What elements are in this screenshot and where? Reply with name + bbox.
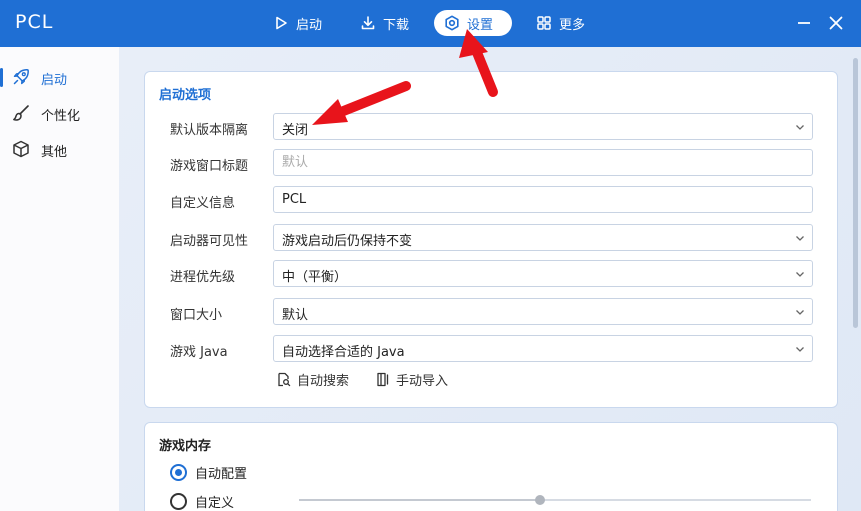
game-java-select[interactable]: 自动选择合适的 Java — [273, 335, 813, 362]
chevron-down-icon — [795, 233, 805, 243]
radio-label: 自定义 — [195, 496, 235, 511]
radio-label: 自动配置 — [195, 467, 248, 482]
sidebar-item-label: 个性化 — [41, 109, 81, 124]
row-label: 默认版本隔离 — [170, 123, 249, 138]
row-label: 自定义信息 — [170, 196, 236, 211]
box-icon — [11, 139, 31, 159]
version-isolation-select[interactable]: 关闭 — [273, 113, 813, 140]
slider-fill — [299, 499, 540, 501]
minimize-icon — [798, 22, 810, 24]
sidebar-item-launch[interactable]: 启动 — [0, 60, 119, 94]
select-value: 默认 — [282, 308, 309, 323]
row-label: 游戏 Java — [170, 345, 228, 360]
game-memory-card: 游戏内存 — [144, 422, 838, 511]
brush-icon — [11, 103, 31, 123]
nav-more-label: 更多 — [559, 17, 586, 33]
scrollbar[interactable] — [853, 58, 858, 328]
radio-selected-icon — [170, 464, 187, 481]
select-value: 自动选择合适的 Java — [282, 345, 405, 360]
row-label: 游戏窗口标题 — [170, 159, 249, 174]
rocket-icon — [11, 67, 31, 87]
window-title-field[interactable] — [273, 149, 813, 176]
select-value: 中（平衡） — [282, 270, 348, 285]
row-label: 启动器可见性 — [170, 234, 249, 249]
custom-info-input[interactable] — [274, 187, 812, 212]
nav-settings-button[interactable]: 设置 — [434, 10, 512, 36]
memory-custom-radio[interactable]: 自定义 — [170, 492, 234, 511]
custom-info-field[interactable] — [273, 186, 813, 213]
minimize-button[interactable] — [794, 13, 814, 33]
door-icon — [376, 372, 390, 387]
grid-icon — [536, 15, 552, 31]
card-title: 启动选项 — [159, 88, 212, 103]
radio-unselected-icon — [170, 493, 187, 510]
gear-icon — [444, 15, 460, 31]
auto-search-label: 自动搜索 — [297, 374, 350, 389]
row-label: 窗口大小 — [170, 308, 223, 323]
close-icon — [829, 16, 843, 30]
slider-thumb[interactable] — [534, 495, 545, 505]
sidebar: 启动 个性化 其他 — [0, 47, 119, 511]
sidebar-item-label: 启动 — [41, 73, 68, 88]
nav-launch-button[interactable]: 启动 — [263, 10, 332, 36]
launcher-visibility-select[interactable]: 游戏启动后仍保持不变 — [273, 224, 813, 251]
chevron-down-icon — [795, 344, 805, 354]
file-search-icon — [277, 372, 291, 387]
download-icon — [360, 15, 376, 31]
active-indicator — [0, 68, 3, 87]
nav-launch-label: 启动 — [296, 17, 323, 33]
sidebar-item-personalize[interactable]: 个性化 — [0, 96, 119, 130]
select-value: 关闭 — [282, 123, 309, 138]
launch-options-card: 启动选项 默认版本隔离 关闭 游戏窗口标题 自定义信息 启动器可见性 游戏启动后… — [144, 71, 838, 408]
close-button[interactable] — [826, 13, 846, 33]
card-title: 游戏内存 — [159, 439, 212, 454]
nav-settings-label: 设置 — [467, 17, 494, 33]
memory-auto-radio[interactable]: 自动配置 — [170, 463, 247, 482]
nav-more-button[interactable]: 更多 — [526, 10, 595, 36]
nav-download-label: 下载 — [383, 17, 410, 33]
window-title-input[interactable] — [274, 150, 812, 175]
app-name: PCL — [15, 11, 54, 33]
row-label: 进程优先级 — [170, 270, 236, 285]
auto-search-button[interactable]: 自动搜索 — [277, 370, 349, 389]
process-priority-select[interactable]: 中（平衡） — [273, 260, 813, 287]
chevron-down-icon — [795, 269, 805, 279]
chevron-down-icon — [795, 307, 805, 317]
nav-download-button[interactable]: 下载 — [350, 10, 419, 36]
chevron-down-icon — [795, 122, 805, 132]
memory-slider[interactable] — [299, 495, 811, 505]
manual-import-label: 手动导入 — [396, 374, 449, 389]
play-icon — [273, 15, 289, 31]
window-size-select[interactable]: 默认 — [273, 298, 813, 325]
sidebar-item-other[interactable]: 其他 — [0, 132, 119, 166]
sidebar-item-label: 其他 — [41, 145, 68, 160]
title-bar: PCL 启动 下载 设置 更多 — [0, 0, 861, 47]
select-value: 游戏启动后仍保持不变 — [282, 234, 413, 249]
manual-import-button[interactable]: 手动导入 — [376, 370, 448, 389]
